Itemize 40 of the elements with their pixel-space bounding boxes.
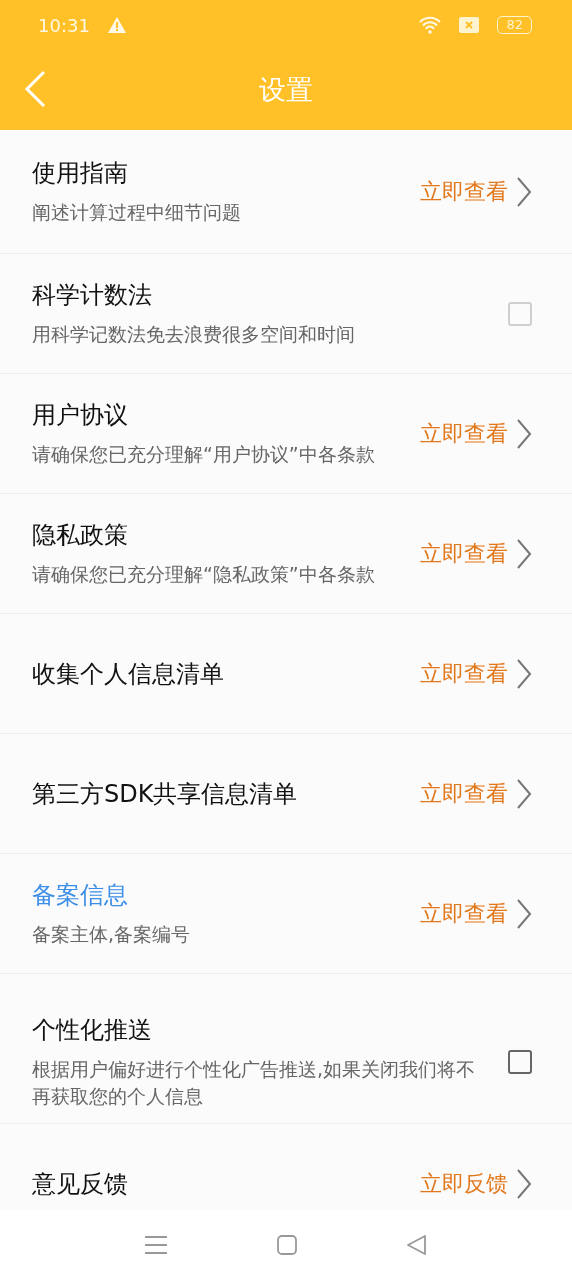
setting-description: 用科学记数法免去浪费很多空间和时间 (32, 322, 356, 348)
setting-title: 使用指南 (32, 158, 129, 190)
status-time: 10:31 (38, 14, 90, 36)
page-title: 设置 (259, 73, 313, 107)
home-icon[interactable] (277, 1235, 297, 1255)
checkbox[interactable] (508, 1049, 532, 1074)
setting-title: 第三方SDK共享信息清单 (32, 778, 299, 810)
view-button[interactable]: 立即查看 (420, 657, 532, 690)
chevron-icon (516, 897, 532, 930)
view-button[interactable]: 立即查看 (420, 175, 532, 208)
sim-icon (459, 17, 480, 33)
setting-description: 根据用户偏好进行个性化广告推送,如果关闭我们将不再获取您的个人信息 (32, 1056, 477, 1109)
setting-title: 意见反馈 (32, 1168, 129, 1200)
setting-description: 请确保您已充分理解“隐私政策”中各条款 (32, 562, 376, 588)
menu-icon[interactable] (145, 1236, 167, 1254)
setting-description: 备案主体,备案编号 (32, 922, 192, 948)
setting-title: 用户协议 (32, 400, 129, 432)
back-nav-icon[interactable] (407, 1235, 427, 1255)
setting-title: 隐私政策 (32, 520, 129, 552)
view-button[interactable]: 立即反馈 (420, 1167, 532, 1200)
chevron-icon (516, 657, 532, 690)
chevron-icon (516, 537, 532, 570)
chevron-icon (516, 175, 532, 208)
wifi-icon (419, 16, 442, 34)
chevron-icon (516, 1167, 532, 1200)
chevron-icon (516, 777, 532, 810)
setting-title: 备案信息 (32, 880, 129, 912)
setting-title: 个性化推送 (32, 1014, 153, 1046)
setting-title: 收集个人信息清单 (32, 658, 225, 690)
setting-title: 科学计数法 (32, 280, 153, 312)
warning-icon (107, 17, 126, 33)
view-button[interactable]: 立即查看 (420, 537, 532, 570)
view-button[interactable]: 立即查看 (420, 897, 532, 930)
chevron-icon (516, 417, 532, 450)
setting-description: 阐述计算过程中细节问题 (32, 200, 242, 226)
back-icon[interactable] (24, 70, 46, 108)
view-button[interactable]: 立即查看 (420, 417, 532, 450)
battery-level: 82 (497, 16, 532, 34)
view-button[interactable]: 立即查看 (420, 777, 532, 810)
setting-description: 请确保您已充分理解“用户协议”中各条款 (32, 442, 376, 468)
